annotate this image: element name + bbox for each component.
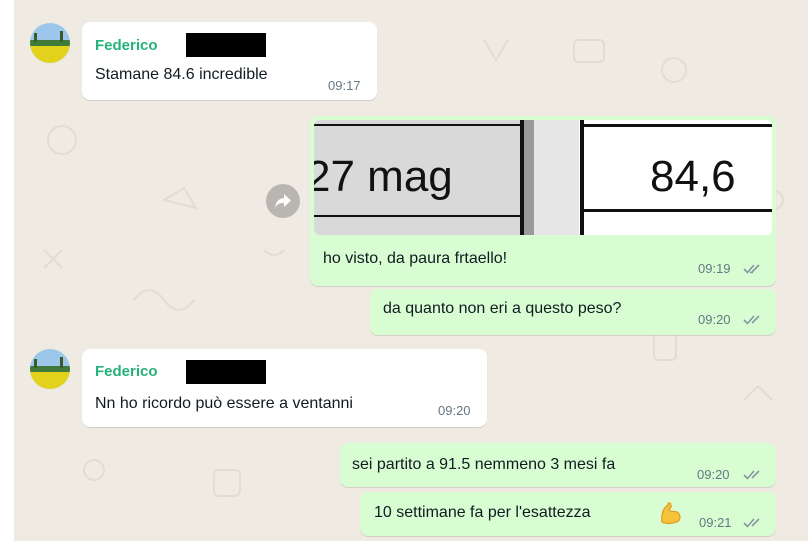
outgoing-image-message-bubble[interactable]: 27 mag 84,6 ho visto, da paura frtaello!… [310, 116, 776, 286]
outgoing-message-bubble[interactable]: 10 settimane fa per l'esattezza 09:21 [360, 492, 776, 536]
image-attachment[interactable]: 27 mag 84,6 [314, 120, 772, 235]
grid-line [582, 124, 772, 127]
avatar-image [30, 23, 70, 63]
message-text: Stamane 84.6 incredible [95, 66, 268, 83]
sender-name[interactable]: Federico [95, 37, 158, 54]
message-time: 09:20 [698, 312, 731, 327]
grid-separator [524, 120, 534, 235]
outgoing-message-bubble[interactable]: da quanto non eri a questo peso? 09:20 [370, 289, 776, 335]
incoming-message-bubble[interactable]: Federico Stamane 84.6 incredible 09:17 [82, 22, 377, 100]
double-check-icon [743, 470, 760, 480]
double-check-icon [743, 518, 760, 528]
avatar[interactable] [30, 23, 70, 63]
redaction-bar [186, 33, 266, 57]
image-date-text: 27 mag [314, 152, 453, 201]
grid-line [580, 120, 584, 235]
message-time: 09:20 [697, 467, 730, 482]
grid-gap [534, 120, 579, 235]
flexed-biceps-emoji [661, 502, 681, 525]
grid-line [582, 209, 772, 212]
forward-button[interactable] [266, 184, 300, 218]
avatar-image [30, 349, 70, 389]
message-text: 10 settimane fa per l'esattezza [374, 504, 591, 521]
outgoing-message-bubble[interactable]: sei partito a 91.5 nemmeno 3 mesi fa 09:… [340, 443, 776, 487]
avatar[interactable] [30, 349, 70, 389]
forward-icon [275, 194, 291, 208]
redaction-bar [186, 360, 266, 384]
grid-line [314, 215, 520, 217]
chat-panel[interactable]: Federico Stamane 84.6 incredible 09:17 2… [14, 0, 808, 541]
double-check-icon [743, 315, 760, 325]
message-text: ho visto, da paura frtaello! [323, 250, 508, 267]
message-time: 09:21 [699, 515, 732, 530]
message-text: sei partito a 91.5 nemmeno 3 mesi fa [352, 456, 616, 473]
message-time: 09:17 [328, 78, 361, 93]
message-time: 09:20 [438, 403, 471, 418]
sender-name[interactable]: Federico [95, 363, 158, 380]
double-check-icon [743, 264, 760, 274]
message-text: Nn ho ricordo può essere a ventanni [95, 395, 353, 412]
message-text: da quanto non eri a questo peso? [383, 300, 622, 317]
image-value-text: 84,6 [650, 152, 736, 201]
message-time: 09:19 [698, 261, 731, 276]
incoming-message-bubble[interactable]: Federico Nn ho ricordo può essere a vent… [82, 349, 487, 427]
grid-line [314, 124, 520, 126]
